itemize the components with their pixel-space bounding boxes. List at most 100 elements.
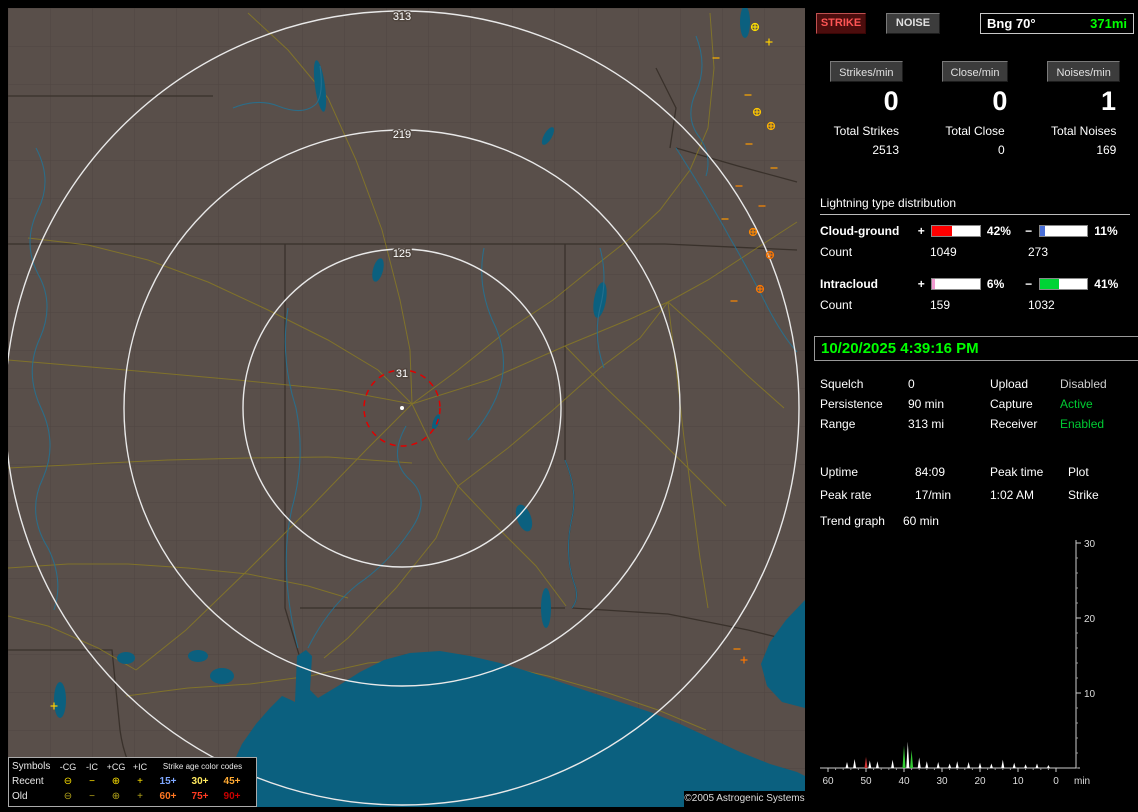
trend-graph: 6050403020100min102030 xyxy=(812,536,1138,798)
strike-symbol xyxy=(767,252,774,259)
cg-negative-percent: 11% xyxy=(1092,224,1130,238)
total-close-value: 0 xyxy=(945,143,1004,157)
neg-ic-icon: − xyxy=(80,791,104,802)
pos-cg-icon: ⊕ xyxy=(104,791,128,802)
persistence-value: 90 min xyxy=(908,397,990,411)
age-code-15: 15+ xyxy=(152,776,184,787)
neg-cg-icon: ⊖ xyxy=(56,791,80,802)
legend-col-pos-ic: +IC xyxy=(128,762,152,772)
svg-text:60: 60 xyxy=(822,776,834,787)
ic-positive-count: 159 xyxy=(916,298,1019,313)
squelch-value: 0 xyxy=(908,377,990,391)
legend-age-header: Strike age color codes xyxy=(152,762,253,771)
age-code-45: 45+ xyxy=(216,776,248,787)
intracloud-label: Intracloud xyxy=(820,277,915,291)
persistence-label: Persistence xyxy=(820,397,908,411)
strikes-rate-value: 0 xyxy=(812,86,921,118)
cg-positive-gauge xyxy=(931,225,981,237)
close-counter: Close/min 0 Total Close 0 xyxy=(921,61,1030,157)
pos-ic-icon: + xyxy=(128,776,152,787)
uptime-label: Uptime xyxy=(820,465,915,479)
lightning-distribution: Lightning type distribution Cloud-ground… xyxy=(820,196,1130,313)
minus-sign: − xyxy=(1023,277,1035,291)
trend-plot-area: 6050403020100min102030 xyxy=(822,539,1095,787)
trend-window-value: 60 min xyxy=(903,514,939,528)
cg-negative-gauge xyxy=(1039,225,1089,237)
legend-col-neg-cg: -CG xyxy=(56,762,80,772)
strike-symbol xyxy=(754,109,761,116)
sensor-location-marker xyxy=(400,406,404,410)
plot-mode-value: Strike xyxy=(1068,488,1134,502)
peak-rate-value: 17/min xyxy=(915,488,990,502)
total-close-label: Total Close xyxy=(945,124,1004,138)
ic-positive-gauge xyxy=(931,278,981,290)
strike-symbol xyxy=(750,229,757,236)
ic-negative-gauge xyxy=(1039,278,1089,290)
strikes-counter: Strikes/min 0 Total Strikes 2513 xyxy=(812,61,921,157)
svg-text:min: min xyxy=(1074,776,1090,787)
close-per-min-button[interactable]: Close/min xyxy=(942,61,1009,82)
datetime-display: 10/20/2025 4:39:16 PM xyxy=(814,336,1138,361)
lightning-map[interactable]: 313 219 125 31 Symbols -CG -IC +CG +IC S… xyxy=(8,8,805,807)
svg-text:30: 30 xyxy=(936,776,948,787)
svg-text:10: 10 xyxy=(1012,776,1024,787)
noises-rate-value: 1 xyxy=(1029,86,1138,118)
age-code-60: 60+ xyxy=(152,791,184,802)
age-code-90: 90+ xyxy=(216,791,248,802)
svg-text:10: 10 xyxy=(1084,689,1096,700)
plus-sign: + xyxy=(915,224,927,238)
strikes-per-min-button[interactable]: Strikes/min xyxy=(830,61,902,82)
trend-graph-label: Trend graph xyxy=(820,514,885,528)
capture-label: Capture xyxy=(990,397,1060,411)
map-legend: Symbols -CG -IC +CG +IC Strike age color… xyxy=(8,757,257,807)
ring-label-219: 219 xyxy=(393,129,411,141)
uptime-value: 84:09 xyxy=(915,465,990,479)
pos-cg-icon: ⊕ xyxy=(104,776,128,787)
range-value: 313 mi xyxy=(908,417,990,431)
plot-label: Plot xyxy=(1068,465,1134,479)
distribution-title: Lightning type distribution xyxy=(820,196,1130,215)
ic-positive-percent: 6% xyxy=(985,277,1023,291)
noise-mode-button[interactable]: NOISE xyxy=(886,13,940,34)
datetime-text: 10/20/2025 4:39:16 PM xyxy=(821,340,979,357)
ring-label-313: 313 xyxy=(393,11,411,23)
map-canvas[interactable]: 313 219 125 31 xyxy=(8,8,805,807)
cloud-ground-label: Cloud-ground xyxy=(820,224,915,238)
receiver-label: Receiver xyxy=(990,417,1060,431)
noises-counter: Noises/min 1 Total Noises 169 xyxy=(1029,61,1138,157)
bearing-label: Bng 70° xyxy=(987,16,1036,31)
total-noises-label: Total Noises xyxy=(1051,124,1116,138)
total-strikes-label: Total Strikes xyxy=(834,124,899,138)
strike-symbol xyxy=(757,286,764,293)
neg-ic-icon: − xyxy=(80,776,104,787)
cg-positive-percent: 42% xyxy=(985,224,1023,238)
close-rate-value: 0 xyxy=(921,86,1030,118)
svg-text:0: 0 xyxy=(1053,776,1059,787)
noises-per-min-button[interactable]: Noises/min xyxy=(1047,61,1119,82)
strike-mode-button[interactable]: STRIKE xyxy=(816,13,866,34)
neg-cg-icon: ⊖ xyxy=(56,776,80,787)
svg-text:50: 50 xyxy=(860,776,872,787)
total-noises-value: 169 xyxy=(1051,143,1116,157)
svg-text:40: 40 xyxy=(898,776,910,787)
upload-status: Disabled xyxy=(1060,377,1134,391)
cg-count-label: Count xyxy=(820,245,916,260)
svg-text:20: 20 xyxy=(1084,614,1096,625)
ring-label-125: 125 xyxy=(393,248,411,260)
status-panel: STRIKE NOISE Bng 70° 371mi Strikes/min 0… xyxy=(812,0,1138,812)
pos-ic-icon: + xyxy=(128,791,152,802)
svg-text:20: 20 xyxy=(974,776,986,787)
strike-symbol xyxy=(768,123,775,130)
ic-negative-percent: 41% xyxy=(1092,277,1130,291)
settings-block: Squelch 0 Upload Disabled Persistence 90… xyxy=(820,374,1134,434)
upload-label: Upload xyxy=(990,377,1060,391)
bearing-distance: 371mi xyxy=(1090,16,1127,31)
stats-block: Uptime 84:09 Peak time Plot Peak rate 17… xyxy=(820,460,1134,506)
peak-time-value: 1:02 AM xyxy=(990,488,1068,502)
legend-col-neg-ic: -IC xyxy=(80,762,104,772)
age-code-75: 75+ xyxy=(184,791,216,802)
bearing-display: Bng 70° 371mi xyxy=(980,13,1134,34)
app-window: 313 219 125 31 Symbols -CG -IC +CG +IC S… xyxy=(0,0,1138,812)
copyright-text: ©2005 Astrogenic Systems xyxy=(684,791,805,807)
legend-col-pos-cg: +CG xyxy=(104,762,128,772)
